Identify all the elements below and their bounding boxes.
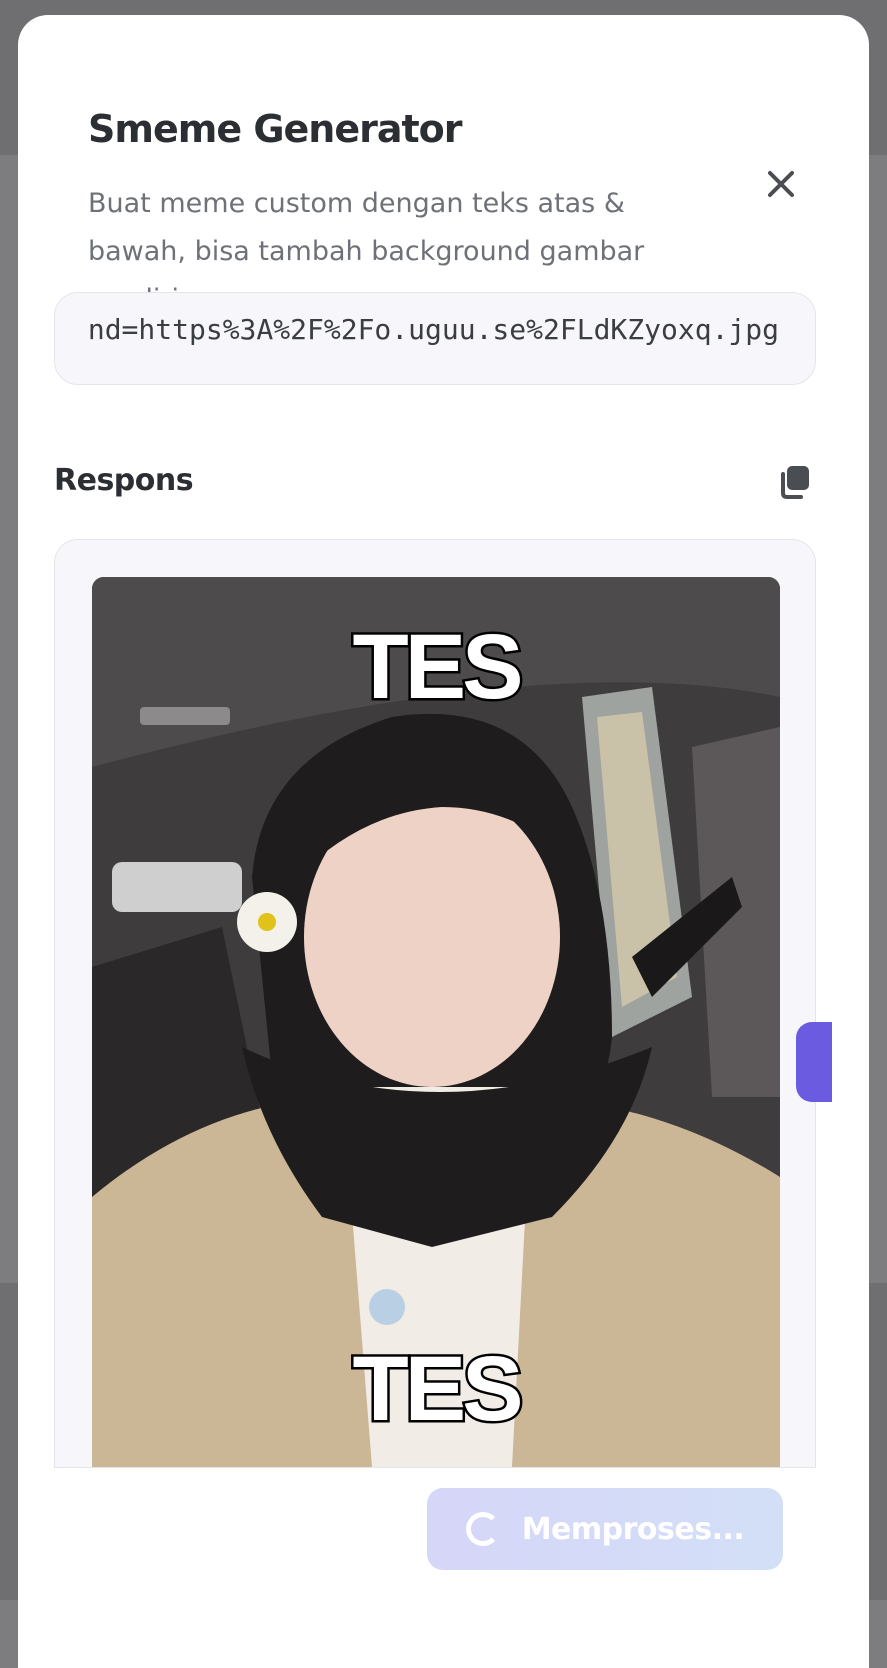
smeme-modal: Smeme Generator Buat meme custom dengan … (18, 15, 869, 1668)
close-button[interactable] (763, 166, 799, 202)
url-value: nd=https%3A%2F%2Fo.uguu.se%2FLdKZyoxq.jp… (87, 313, 779, 346)
url-input[interactable]: nd=https%3A%2F%2Fo.uguu.se%2FLdKZyoxq.jp… (54, 292, 816, 385)
copy-button[interactable] (775, 462, 815, 502)
side-drawer-handle[interactable] (796, 1022, 832, 1102)
submit-label: Memproses... (521, 1511, 745, 1547)
response-heading: Respons (54, 463, 194, 498)
meme-top-text: TES (350, 614, 526, 721)
meme-bottom-text: TES (350, 1336, 526, 1443)
modal-title: Smeme Generator (88, 107, 463, 151)
submit-button[interactable]: Memproses... (427, 1488, 783, 1570)
meme-image: TES TES (92, 577, 780, 1467)
copy-icon (781, 466, 809, 499)
close-icon (768, 171, 794, 197)
spinner-icon (465, 1512, 500, 1546)
